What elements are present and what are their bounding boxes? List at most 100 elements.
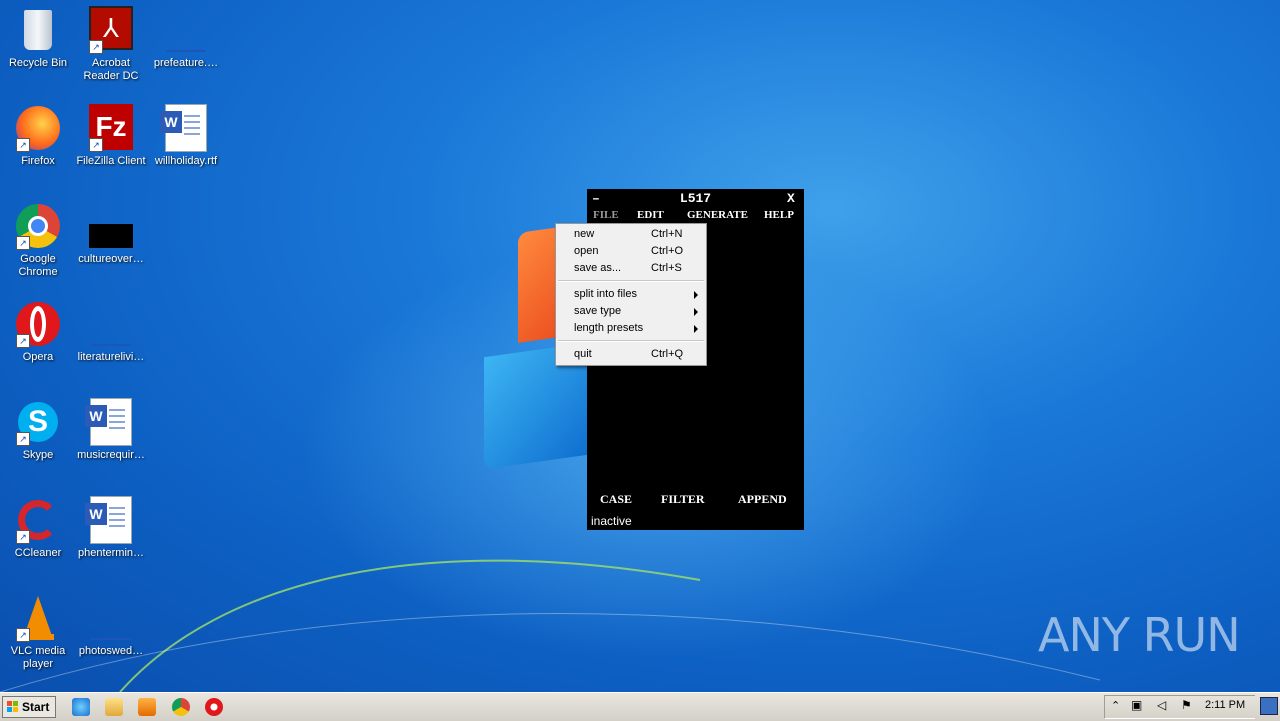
menu-item-length-presets[interactable]: length presets <box>556 320 706 337</box>
show-hidden-icons-icon[interactable]: ⌃ <box>1111 699 1120 712</box>
desktop-icon-label: cultureover… <box>78 253 144 265</box>
menu-item-label: split into files <box>574 288 637 300</box>
desktop-icon-acrobat[interactable]: ⅄ ↗ Acrobat Reader DC <box>73 6 149 83</box>
windows-flag-icon <box>7 701 19 713</box>
status-text: inactive <box>591 514 632 528</box>
window-title: L517 <box>679 191 712 206</box>
menu-item-shortcut: Ctrl+O <box>651 245 684 257</box>
network-icon[interactable]: ▣ <box>1131 698 1142 712</box>
desktop-icon-skype[interactable]: S ↗ Skype <box>0 398 76 462</box>
chrome-icon: ↗ <box>14 202 62 250</box>
clock[interactable]: 2:11 PM <box>1205 699 1245 711</box>
taskbar: Start ⌃ ▣ ◁ ⚑ 2:11 PM <box>0 692 1280 721</box>
case-button[interactable]: CASE <box>600 492 632 507</box>
explorer-icon[interactable] <box>105 698 123 716</box>
menu-item-split-into-files[interactable]: split into files <box>556 286 706 303</box>
menu-edit[interactable]: EDIT <box>637 209 664 221</box>
menu-item-new[interactable]: new Ctrl+N <box>556 226 706 243</box>
desktop-icon-label: CCleaner <box>14 547 62 559</box>
file-menu-dropdown: new Ctrl+N open Ctrl+O save as... Ctrl+S… <box>555 223 707 366</box>
desktop-icon-label: literaturelivi… <box>77 351 145 363</box>
file-icon <box>87 202 135 250</box>
desktop-icon-label: Google Chrome <box>18 253 58 278</box>
desktop-icon-label: Acrobat Reader DC <box>83 57 139 82</box>
menu-item-shortcut: Ctrl+S <box>651 262 682 274</box>
desktop-icon-prefeature[interactable]: prefeature.… <box>148 6 224 70</box>
opera-icon: ↗ <box>14 300 62 348</box>
desktop-icon-label: VLC media player <box>10 645 66 670</box>
menu-bar: FILE EDIT GENERATE HELP <box>587 209 804 223</box>
desktop-icon-firefox[interactable]: ↗ Firefox <box>0 104 76 168</box>
desktop-icon-label: Firefox <box>21 155 55 167</box>
desktop-icon-willholiday[interactable]: W willholiday.rtf <box>148 104 224 168</box>
word-doc-icon: W <box>85 398 135 446</box>
desktop-icon-label: FileZilla Client <box>76 155 146 167</box>
anyrun-watermark: ANY RUN <box>1038 608 1241 662</box>
menu-separator <box>558 340 704 342</box>
desktop-icon-recycle-bin[interactable]: Recycle Bin <box>0 6 76 70</box>
menu-item-label: quit <box>574 348 592 360</box>
skype-icon: S ↗ <box>14 398 62 446</box>
close-button[interactable]: X <box>787 191 795 206</box>
start-button[interactable]: Start <box>2 696 56 718</box>
menu-item-shortcut: Ctrl+Q <box>651 348 684 360</box>
menu-item-save-type[interactable]: save type <box>556 303 706 320</box>
desktop-icon-opera[interactable]: ↗ Opera <box>0 300 76 364</box>
volume-icon[interactable]: ◁ <box>1157 698 1166 712</box>
menu-item-label: length presets <box>574 322 644 334</box>
submenu-arrow-icon <box>694 308 698 316</box>
desktop-icon-label: Skype <box>22 449 54 461</box>
menu-generate[interactable]: GENERATE <box>687 209 748 221</box>
desktop-icon-ccleaner[interactable]: ↗ CCleaner <box>0 496 76 560</box>
ie-icon[interactable] <box>72 698 90 716</box>
filezilla-icon: Fz ↗ <box>87 104 135 152</box>
chrome-icon[interactable] <box>172 698 190 716</box>
menu-item-open[interactable]: open Ctrl+O <box>556 243 706 260</box>
append-button[interactable]: APPEND <box>738 492 787 507</box>
file-icon <box>87 300 135 348</box>
menu-item-label: new <box>574 228 595 240</box>
start-label: Start <box>22 700 50 714</box>
submenu-arrow-icon <box>694 291 698 299</box>
menu-separator <box>558 280 704 282</box>
desktop-icon-label: phentermin… <box>77 547 145 559</box>
show-desktop-button[interactable] <box>1260 697 1278 715</box>
menu-item-quit[interactable]: quit Ctrl+Q <box>556 346 706 363</box>
firefox-icon: ↗ <box>14 104 62 152</box>
desktop-icon-cultureover[interactable]: cultureover… <box>73 202 149 266</box>
action-center-flag-icon[interactable]: ⚑ <box>1181 698 1192 712</box>
ccleaner-icon: ↗ <box>14 496 62 544</box>
desktop-icon-musicrequir[interactable]: W musicrequir… <box>73 398 149 462</box>
desktop-icon-phentermin[interactable]: W phentermin… <box>73 496 149 560</box>
file-icon <box>162 6 210 54</box>
title-bar: – L517 X <box>587 191 804 207</box>
word-doc-icon: W <box>160 104 210 152</box>
menu-file[interactable]: FILE <box>593 209 619 221</box>
desktop-icon-label: Opera <box>22 351 54 363</box>
desktop-icon-photoswed[interactable]: photoswed… <box>73 594 149 658</box>
filter-button[interactable]: FILTER <box>661 492 705 507</box>
desktop-icon-literaturelivi[interactable]: literaturelivi… <box>73 300 149 364</box>
file-icon <box>87 594 135 642</box>
media-player-icon[interactable] <box>138 698 156 716</box>
desktop-icon-label: Recycle Bin <box>8 57 68 69</box>
desktop-icon-label: musicrequir… <box>77 449 145 461</box>
menu-item-save-as[interactable]: save as... Ctrl+S <box>556 260 706 277</box>
desktop-icon-label: willholiday.rtf <box>154 155 218 167</box>
menu-item-label: save type <box>574 305 622 317</box>
desktop-icon-filezilla[interactable]: Fz ↗ FileZilla Client <box>73 104 149 168</box>
desktop-icon-label: prefeature.… <box>153 57 219 69</box>
desktop-icon-vlc[interactable]: ↗ VLC media player <box>0 594 76 671</box>
desktop-icon-label: photoswed… <box>78 645 144 657</box>
menu-item-shortcut: Ctrl+N <box>651 228 683 240</box>
menu-item-label: open <box>574 245 599 257</box>
menu-help[interactable]: HELP <box>764 209 794 221</box>
vlc-icon: ↗ <box>14 594 62 642</box>
word-doc-icon: W <box>85 496 135 544</box>
desktop-icon-chrome[interactable]: ↗ Google Chrome <box>0 202 76 279</box>
submenu-arrow-icon <box>694 325 698 333</box>
acrobat-icon: ⅄ ↗ <box>87 6 135 54</box>
opera-icon[interactable] <box>205 698 223 716</box>
menu-item-label: save as... <box>574 262 622 274</box>
recycle-bin-icon <box>14 6 62 54</box>
